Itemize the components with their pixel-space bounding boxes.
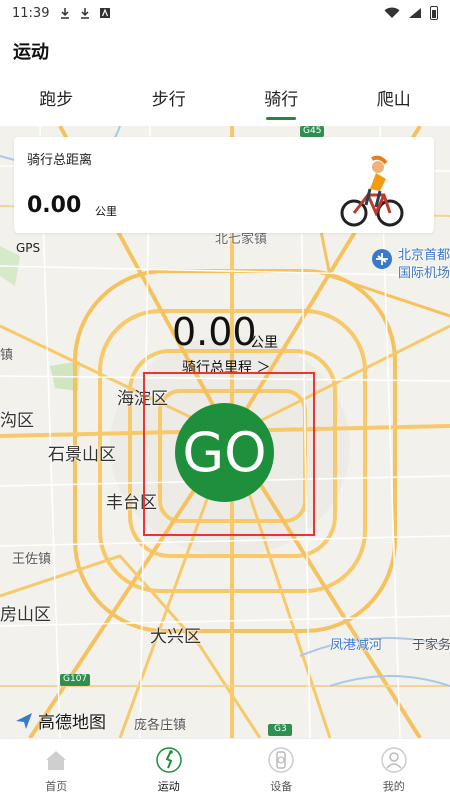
total-distance-card: 骑行总距离 0.00 公里: [14, 137, 434, 233]
map-shield-g45: G45: [303, 126, 322, 136]
run-icon: [156, 747, 182, 773]
map-label-pangezhuang: 庞各庄镇: [134, 718, 187, 733]
total-distance-unit: 公里: [95, 205, 117, 218]
go-button[interactable]: GO: [175, 403, 274, 502]
gps-label: GPS: [16, 241, 41, 255]
tab-walking[interactable]: 步行: [113, 86, 226, 120]
center-distance-unit: 公里: [250, 335, 278, 351]
map-label-mentougou: 沟区: [0, 411, 34, 431]
nav-sport-label: 运动: [157, 780, 180, 793]
nav-device[interactable]: 设备: [225, 739, 338, 800]
bottom-nav: 首页 运动 设备 我的: [0, 738, 450, 800]
download-icon: [79, 7, 91, 19]
notification-a-icon: [99, 7, 111, 19]
nav-sport[interactable]: 运动: [113, 739, 226, 800]
amap-logo-icon: [16, 712, 32, 729]
map-label-fangshan: 房山区: [0, 605, 51, 625]
center-distance-value: 0.00: [172, 310, 257, 354]
map-label-airport: 北京首都: [398, 248, 450, 263]
nav-home-label: 首页: [45, 780, 68, 793]
tab-running[interactable]: 跑步: [0, 86, 113, 120]
map-label-fenggang: 凤港减河: [330, 638, 383, 653]
tab-hiking[interactable]: 爬山: [338, 86, 450, 120]
status-time: 11:39: [12, 5, 50, 21]
map-attribution-text: 高德地图: [38, 713, 106, 733]
battery-icon: [430, 6, 438, 20]
nav-home[interactable]: 首页: [0, 739, 113, 800]
map-shield-g107: G107: [63, 674, 88, 684]
cyclist-illustration-icon: [340, 155, 404, 227]
map-label-airport-2: 国际机场: [398, 266, 450, 281]
watch-icon: [268, 747, 294, 773]
total-distance-value: 0.00: [27, 193, 82, 218]
tab-cycling[interactable]: 骑行: [225, 86, 338, 120]
nav-me-label: 我的: [382, 780, 405, 793]
map-shield-g3: G3: [274, 724, 287, 734]
user-icon: [381, 747, 407, 773]
download-icon: [59, 7, 71, 19]
nav-me[interactable]: 我的: [338, 739, 450, 800]
signal-icon: [409, 8, 421, 18]
map-label-shijingshan: 石景山区: [48, 445, 116, 465]
map-label-wangzuo: 王佐镇: [12, 552, 52, 567]
map-label-yujia: 于家务: [412, 638, 450, 653]
total-distance-title: 骑行总距离: [27, 153, 93, 168]
sport-tabs: 跑步 步行 骑行 爬山: [0, 86, 450, 120]
map-label-daxing: 大兴区: [150, 627, 201, 647]
nav-device-label: 设备: [270, 780, 293, 793]
status-bar: 11:39: [0, 0, 450, 26]
status-right: [384, 6, 438, 20]
map-label-zhen: 镇: [0, 348, 14, 363]
home-icon: [46, 751, 67, 770]
map-attribution: 高德地图: [14, 708, 106, 733]
wifi-icon: [384, 7, 400, 18]
page-title: 运动: [13, 42, 49, 63]
